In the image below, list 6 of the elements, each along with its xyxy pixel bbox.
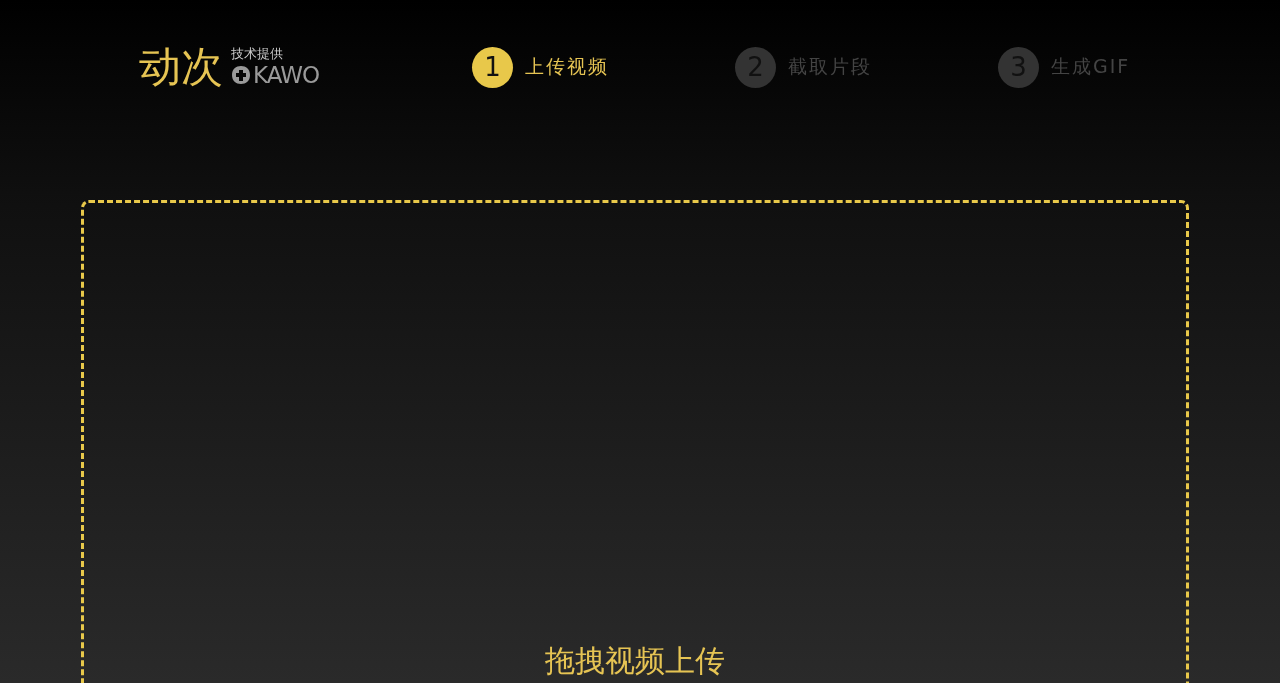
brand-name: KAWO xyxy=(253,62,319,88)
credit-text: 技术提供 xyxy=(231,46,284,62)
upload-dropzone[interactable]: 拖拽视频上传 xyxy=(81,200,1189,683)
dropzone-prompt: 拖拽视频上传 xyxy=(545,643,725,679)
step-tab[interactable]: 1 上传视频 xyxy=(472,46,609,88)
logo-name: 动次 xyxy=(139,46,223,88)
